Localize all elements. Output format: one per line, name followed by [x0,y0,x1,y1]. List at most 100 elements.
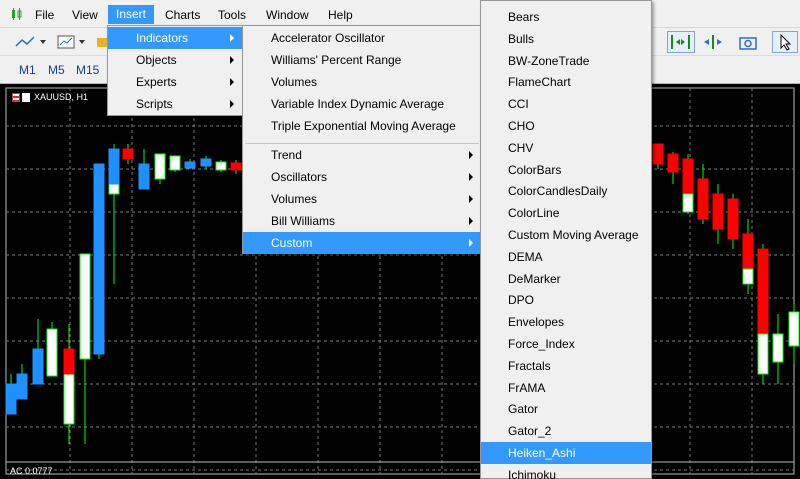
cursor-button[interactable] [772,31,798,53]
candle-body [79,253,91,360]
menu-item-bw-zonetrade[interactable]: BW-ZoneTrade [481,50,651,72]
submenu-arrow-icon [469,151,473,159]
menu-item-envelopes[interactable]: Envelopes [481,311,651,333]
menu-item-volumes[interactable]: Volumes [243,71,481,93]
menu-item-label: Accelerator Oscillator [271,31,386,45]
menu-view[interactable]: View [70,6,100,26]
candle-body [138,163,150,190]
menu-item-label: ColorBars [508,162,562,177]
submenu-arrow-icon [469,173,473,181]
menu-item-colorline[interactable]: ColorLine [481,202,651,224]
menu-item-scripts[interactable]: Scripts [108,93,242,115]
menu-item-label: Force_Index [508,337,575,351]
template-icon [57,35,85,49]
candle-body [788,311,800,347]
chart-symbol-label: XAUUSD, H1 [34,92,89,102]
chart-template-dropdown-button[interactable] [54,31,90,53]
menu-item-cci[interactable]: CCI [481,93,651,115]
auto-scroll-button[interactable] [667,31,695,53]
menu-item-label: CCI [508,97,529,112]
menu-item-colorcandlesdaily[interactable]: ColorCandlesDaily [481,180,651,202]
menu-item-vidya[interactable]: Variable Index Dynamic Average [243,93,481,115]
candle-body [757,248,769,335]
menu-item-label: Indicators [136,31,189,45]
menu-item-trend[interactable]: Trend [243,144,481,166]
menu-item-tema[interactable]: Triple Exponential Moving Average [243,115,481,137]
menu-item-oscillators[interactable]: Oscillators [243,166,481,188]
menubar: File View Insert Charts Tools Window Hel… [0,0,800,28]
menu-item-custom[interactable]: Custom [243,232,481,254]
menu-item-label: DPO [508,293,535,308]
flag-icon [12,93,30,102]
menu-help[interactable]: Help [326,6,355,26]
menu-item-dema[interactable]: DEMA [481,246,651,268]
menu-item-fractals[interactable]: Fractals [481,355,651,377]
menu-item-label: Gator [508,402,539,417]
menu-item-label: Custom [271,236,313,250]
menu-window[interactable]: Window [264,6,311,26]
candle-body [5,383,17,415]
menu-item-label: FrAMA [508,380,546,395]
timeframe-m1[interactable]: M1 [19,63,36,77]
menu-charts[interactable]: Charts [163,6,202,26]
menu-item-bill-williams[interactable]: Bill Williams [243,210,481,232]
candle-body [742,268,754,285]
candle-body [667,153,679,173]
candle-body [215,161,227,171]
timeframe-m15[interactable]: M15 [76,63,99,77]
menu-item-indicators[interactable]: Indicators [108,27,242,49]
menu-item-experts[interactable]: Experts [108,71,242,93]
menu-item-label: Williams' Percent Range [271,53,402,67]
menu-item-force-index[interactable]: Force_Index [481,333,651,355]
menu-file[interactable]: File [33,6,56,26]
candle-body [757,333,769,375]
menu-item-ichimoku[interactable]: Ichimoku [481,464,651,479]
menu-item-objects[interactable]: Objects [108,49,242,71]
menu-item-label: Envelopes [508,315,565,330]
line-chart-dropdown-button[interactable] [12,31,48,53]
candle-body [772,333,784,363]
menu-tools[interactable]: Tools [216,6,248,26]
menu-item-cho[interactable]: CHO [481,115,651,137]
candle-body [32,348,44,385]
menu-item-bulls[interactable]: Bulls [481,28,651,50]
submenu-arrow-icon [230,56,234,64]
screenshot-button[interactable] [735,31,761,53]
menu-item-label: Ichimoku [508,467,557,479]
menu-item-frama[interactable]: FrAMA [481,377,651,399]
submenu-arrow-icon [230,78,234,86]
menu-item-custom-moving-average[interactable]: Custom Moving Average [481,224,651,246]
menu-item-label: CHV [508,140,534,155]
menu-item-label: DEMA [508,249,543,264]
candle-body [697,178,709,220]
timeframe-m5[interactable]: M5 [48,63,65,77]
menu-item-label: Volumes [271,75,318,89]
menu-item-label: Heiken_Ashi [508,446,576,460]
menu-item-heiken-ashi[interactable]: Heiken_Ashi [481,442,651,464]
menu-item-label: FlameChart [508,75,571,90]
camera-icon [739,37,757,50]
menu-item-gator[interactable]: Gator [481,398,651,420]
menu-item-bears[interactable]: Bears [481,6,651,28]
menu-item-gator-2[interactable]: Gator_2 [481,420,651,442]
candle-body [63,348,75,375]
candle-body [230,162,242,171]
menu-item-label: Oscillators [271,170,328,184]
candle-body [727,198,739,240]
menu-item-dpo[interactable]: DPO [481,289,651,311]
chart-shift-button[interactable] [699,31,727,53]
toolbar-yellow-icon[interactable] [94,31,108,53]
menu-item-volumes-group[interactable]: Volumes [243,188,481,210]
line-chart-icon [15,36,46,47]
menu-item-flamechart[interactable]: FlameChart [481,71,651,93]
menu-item-label: CHO [508,119,535,133]
candle-body [652,143,664,165]
candle-body [108,148,120,185]
cursor-icon [780,33,792,51]
menu-item-accelerator-oscillator[interactable]: Accelerator Oscillator [243,27,481,49]
menu-item-demarker[interactable]: DeMarker [481,268,651,290]
menu-insert[interactable]: Insert [108,5,155,24]
menu-item-colorbars[interactable]: ColorBars [481,159,651,181]
menu-item-williams-percent-range[interactable]: Williams' Percent Range [243,49,481,71]
menu-item-chv[interactable]: CHV [481,137,651,159]
